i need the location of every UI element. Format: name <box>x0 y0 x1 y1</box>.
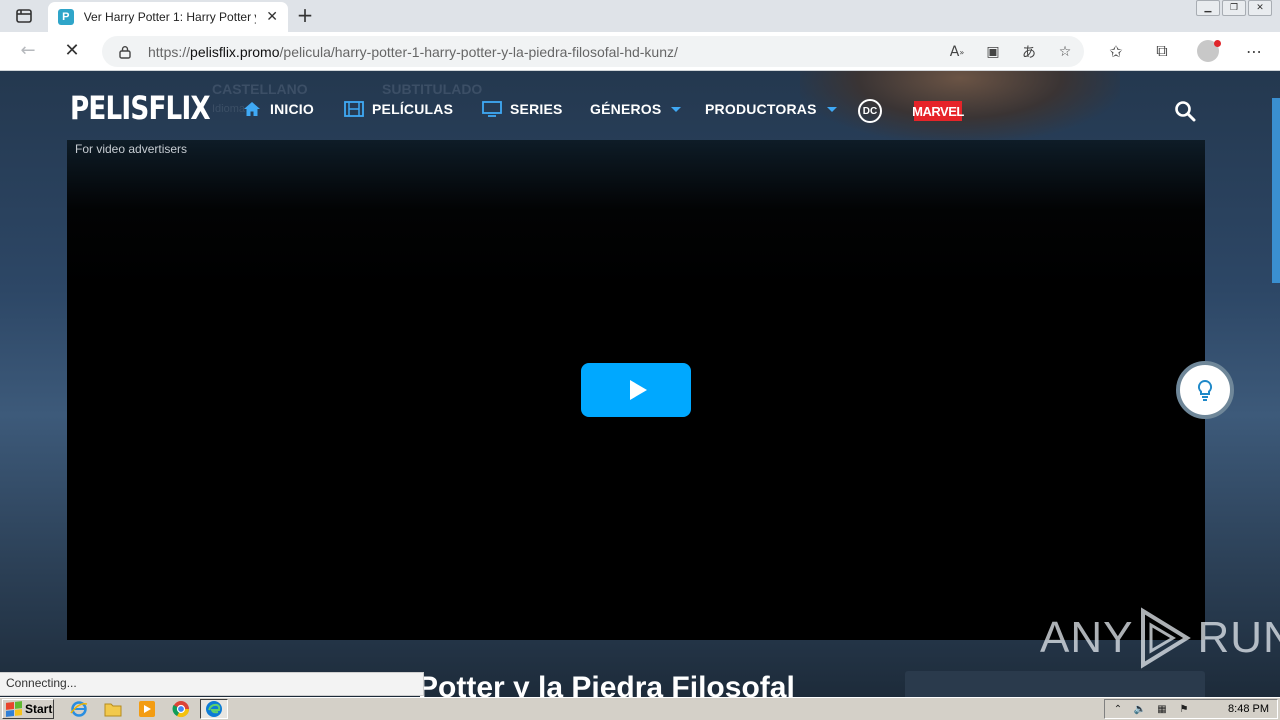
windows-taskbar: Start ⌃ 🔈 ▦ ⚑ 8:48 PM <box>0 697 1280 720</box>
play-logo-icon <box>1141 607 1192 669</box>
page-scrollbar[interactable] <box>1272 98 1280 283</box>
nav-generos[interactable]: GÉNEROS <box>590 101 682 117</box>
nav-generos-label: GÉNEROS <box>590 101 662 117</box>
tab-actions-icon[interactable] <box>10 6 38 26</box>
video-player[interactable]: For video advertisers <box>67 140 1205 640</box>
dc-logo-icon[interactable]: DC <box>858 99 882 123</box>
collections-icon[interactable]: ⧉ <box>1150 39 1174 63</box>
nav-series-label: SERIES <box>510 101 563 117</box>
add-favorite-icon[interactable]: ☆ <box>1054 41 1076 63</box>
action-center-flag-icon[interactable]: ⚑ <box>1177 702 1191 716</box>
browser-tab-active[interactable]: P Ver Harry Potter 1: Harry Potter y ✕ <box>48 2 288 32</box>
back-button[interactable]: ← <box>16 40 40 64</box>
nav-peliculas-label: PELÍCULAS <box>372 101 454 117</box>
avatar <box>1197 40 1221 62</box>
window-controls: ▁ ❐ ✕ <box>1196 0 1272 18</box>
windows-logo-icon <box>6 701 22 717</box>
play-button[interactable] <box>581 363 691 417</box>
tray-expand-icon[interactable]: ⌃ <box>1111 702 1125 716</box>
immersive-reader-icon[interactable]: ▣ <box>982 41 1004 63</box>
nav-inicio-label: INICIO <box>270 101 314 117</box>
favorites-icon[interactable]: ✩ <box>1104 39 1128 63</box>
search-icon[interactable] <box>1174 100 1196 122</box>
watermark-left: ANY <box>1040 613 1134 662</box>
web-page: CASTELLANO Idioma SUBTITULADO PELISFLIX … <box>0 71 1280 697</box>
file-explorer-icon[interactable] <box>102 699 124 719</box>
chrome-icon[interactable] <box>170 699 192 719</box>
tab-title: Ver Harry Potter 1: Harry Potter y <box>83 10 257 24</box>
taskbar-clock[interactable]: 8:48 PM <box>1228 703 1269 715</box>
nav-productoras[interactable]: PRODUCTORAS <box>705 101 837 117</box>
site-navigation: PELISFLIX INICIO PELÍCULAS SERIES GÉNERO… <box>0 89 1280 135</box>
profile-avatar[interactable] <box>1196 39 1221 63</box>
close-window-button[interactable]: ✕ <box>1248 0 1272 16</box>
movie-title: Potter y la Piedra Filosofal <box>418 671 795 697</box>
stop-loading-button[interactable]: ✕ <box>60 40 84 64</box>
media-player-icon[interactable] <box>136 699 158 719</box>
browser-toolbar-icons: ✩ ⧉ ⋯ <box>1104 39 1266 63</box>
nav-peliculas[interactable]: PELÍCULAS <box>344 101 453 117</box>
system-tray: ⌃ 🔈 ▦ ⚑ 8:48 PM <box>1104 699 1278 719</box>
browser-status-text: Connecting... <box>0 672 424 696</box>
new-tab-button[interactable]: + <box>294 5 316 27</box>
close-tab-icon[interactable]: ✕ <box>264 9 280 25</box>
nav-series[interactable]: SERIES <box>482 101 563 117</box>
url-text: https://pelisflix.promo/pelicula/harry-p… <box>148 43 678 60</box>
volume-icon[interactable]: 🔈 <box>1133 702 1147 716</box>
network-icon[interactable]: ▦ <box>1155 702 1169 716</box>
site-logo[interactable]: PELISFLIX <box>70 89 211 127</box>
start-label: Start <box>25 702 53 716</box>
edge-icon[interactable] <box>200 699 228 719</box>
nav-inicio[interactable]: INICIO <box>242 101 314 117</box>
home-icon <box>244 102 260 116</box>
minimize-button[interactable]: ▁ <box>1196 0 1220 16</box>
nav-productoras-label: PRODUCTORAS <box>705 101 817 117</box>
restore-button[interactable]: ❐ <box>1222 0 1246 16</box>
internet-explorer-icon[interactable] <box>68 699 90 719</box>
film-icon <box>344 101 364 117</box>
browser-toolbar: ← ✕ https://pelisflix.promo/pelicula/har… <box>0 32 1280 71</box>
anyrun-watermark: ANY RUN <box>1040 607 1280 669</box>
chevron-down-icon <box>671 106 682 112</box>
start-button[interactable]: Start <box>2 699 54 719</box>
play-icon <box>629 380 647 400</box>
sidebar-panel <box>905 671 1205 697</box>
address-bar[interactable]: https://pelisflix.promo/pelicula/harry-p… <box>102 36 1084 67</box>
tv-icon <box>482 101 502 117</box>
marvel-logo-icon[interactable]: MARVEL <box>912 101 964 121</box>
browser-tab-bar: P Ver Harry Potter 1: Harry Potter y ✕ +… <box>0 0 1280 32</box>
more-options-icon[interactable]: ⋯ <box>1242 39 1266 63</box>
lightbulb-icon <box>1197 379 1213 401</box>
read-aloud-icon[interactable]: A» <box>946 41 968 63</box>
site-favicon-icon: P <box>58 9 74 25</box>
chevron-down-icon <box>826 106 837 112</box>
translate-icon[interactable]: あ <box>1018 41 1040 63</box>
ad-label: For video advertisers <box>75 142 188 156</box>
lights-toggle-button[interactable] <box>1176 361 1234 419</box>
watermark-right: RUN <box>1197 613 1280 662</box>
address-bar-actions: A» ▣ あ ☆ <box>946 41 1076 63</box>
lock-icon[interactable] <box>118 45 132 59</box>
